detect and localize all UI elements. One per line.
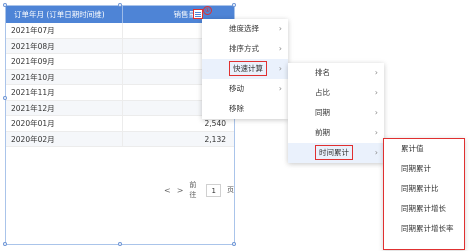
cell-date: 2021年11月 [11, 88, 55, 97]
chevron-right-icon: › [278, 84, 282, 93]
page-input[interactable]: 1 [206, 183, 221, 197]
cell-date: 2021年09月 [11, 57, 55, 66]
chevron-right-icon: › [374, 88, 378, 97]
table-widget[interactable]: 订单年月 (订单日期时间维) 销售量 2021年07月 2021年08月 202… [5, 5, 235, 245]
menu-item-yoy-cumulative-growth[interactable]: 同期累计增长 [384, 199, 464, 219]
menu-item-proportion[interactable]: 占比 › [288, 83, 384, 103]
column-menu-icon[interactable] [193, 9, 203, 19]
column-divider [122, 6, 123, 23]
cell-date: 2021年10月 [11, 72, 55, 82]
menu-item-sort[interactable]: 排序方式 › [202, 39, 288, 59]
cell-value: 2,132 [204, 134, 226, 144]
menu-item-quick-calc[interactable]: 快速计算 › [202, 59, 288, 79]
goto-label: 前往 [189, 181, 197, 199]
cell-date: 2021年12月 [11, 103, 55, 113]
menu-item-remove[interactable]: 移除 [202, 99, 288, 119]
table-row: 2020年01月 2,540 [6, 116, 234, 132]
chevron-right-icon: › [374, 68, 378, 77]
menu-item-yoy-cumulative-growth-rate[interactable]: 同期累计增长率 [384, 219, 464, 239]
cell-date: 2020年01月 [11, 119, 55, 128]
time-cumulative-submenu: 累计值 同期累计 同期累计比 同期累计增长 同期累计增长率 [383, 138, 465, 250]
column-context-menu: 维度选择 › 排序方式 › 快速计算 › 移动 › 移除 [202, 19, 288, 119]
menu-item-yoy-cumulative-ratio[interactable]: 同期累计比 [384, 179, 464, 199]
menu-item-previous-period[interactable]: 前期 › [288, 123, 384, 143]
chevron-right-icon: › [278, 44, 282, 53]
prev-page-icon[interactable]: < [164, 186, 171, 195]
resize-handle[interactable] [3, 3, 7, 7]
resize-handle[interactable] [3, 96, 7, 100]
resize-handle[interactable] [118, 242, 122, 246]
menu-item-rank[interactable]: 排名 › [288, 63, 384, 83]
table-row: 2021年09月 [6, 54, 234, 70]
quick-calc-submenu: 排名 › 占比 › 同期 › 前期 › 时间累计 › [288, 63, 384, 163]
table-row: 2021年12月 [6, 100, 234, 116]
menu-item-yoy-cumulative[interactable]: 同期累计 [384, 159, 464, 179]
next-page-icon[interactable]: > [177, 186, 184, 195]
header-order-month[interactable]: 订单年月 (订单日期时间维) [14, 6, 105, 23]
menu-item-move[interactable]: 移动 › [202, 79, 288, 99]
table-row: 2021年11月 [6, 85, 234, 101]
resize-handle[interactable] [3, 242, 7, 246]
chevron-right-icon: › [374, 128, 378, 137]
page-unit-label: 页 [227, 186, 234, 194]
table-row: 2021年10月 [6, 69, 234, 85]
table-row: 2021年08月 [6, 38, 234, 54]
resize-handle[interactable] [232, 242, 236, 246]
menu-item-dimension-select[interactable]: 维度选择 › [202, 19, 288, 39]
resize-handle[interactable] [118, 3, 122, 7]
chevron-right-icon: › [278, 64, 282, 73]
table-body: 2021年07月 2021年08月 2021年09月 2021年10月 2021… [6, 23, 234, 147]
menu-item-time-cumulative[interactable]: 时间累计 › [288, 143, 384, 163]
step-marker-1: ① [203, 6, 212, 15]
table-row: 2021年07月 [6, 23, 234, 39]
chevron-right-icon: › [374, 148, 378, 157]
chevron-right-icon: › [374, 108, 378, 117]
resize-handle[interactable] [232, 3, 236, 7]
pagination: < > 前往 1 页 [164, 181, 234, 199]
cell-date: 2020年02月 [11, 134, 55, 144]
table-header: 订单年月 (订单日期时间维) 销售量 [6, 6, 234, 23]
menu-item-cumulative-value[interactable]: 累计值 [384, 139, 464, 159]
cell-date: 2021年08月 [11, 41, 55, 51]
menu-item-same-period[interactable]: 同期 › [288, 103, 384, 123]
chevron-right-icon: › [278, 24, 282, 33]
cell-date: 2021年07月 [11, 26, 55, 35]
table-row: 2020年02月 2,132 [6, 131, 234, 147]
